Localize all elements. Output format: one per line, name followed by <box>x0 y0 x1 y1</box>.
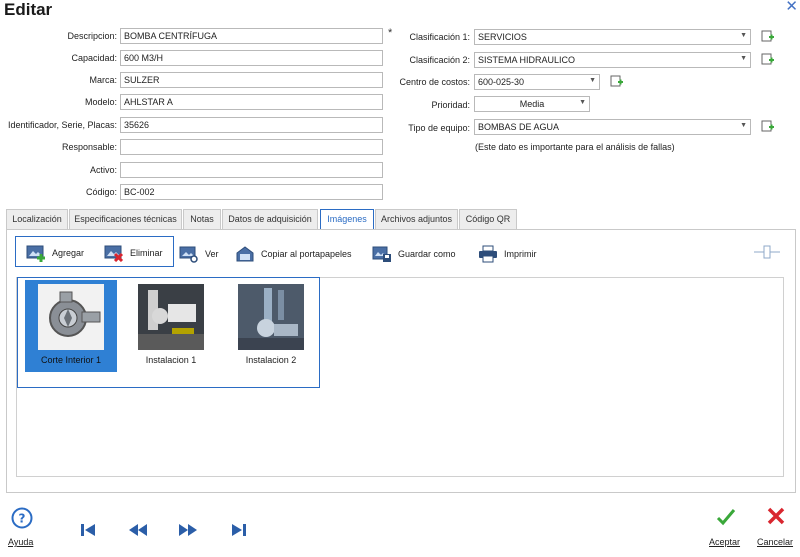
identificador-label: Identificador, Serie, Placas: <box>7 120 117 130</box>
chevron-down-icon: ▼ <box>740 32 747 39</box>
ver-button[interactable]: Ver <box>179 243 219 265</box>
image-thumb-instalacion-1[interactable]: Instalacion 1 <box>125 280 217 372</box>
window-title: Editar <box>4 0 53 19</box>
pump-installation-image <box>238 284 304 350</box>
add-record-icon[interactable] <box>761 52 775 66</box>
pump-cutaway-image <box>38 284 104 350</box>
tab-localizacion[interactable]: Localización <box>6 209 68 229</box>
chevron-down-icon: ▼ <box>740 122 747 129</box>
eliminar-button[interactable]: Eliminar <box>104 242 163 264</box>
activo-field[interactable] <box>120 162 383 178</box>
cancel-x-icon[interactable] <box>767 507 785 525</box>
tab-datos-adquisicion[interactable]: Datos de adquisición <box>222 209 318 229</box>
tab-imagenes[interactable]: Imágenes <box>320 209 374 230</box>
responsable-label: Responsable: <box>61 142 117 152</box>
chevron-down-icon: ▼ <box>589 77 596 84</box>
capacidad-label: Capacidad: <box>71 53 117 63</box>
add-record-icon[interactable] <box>610 74 624 88</box>
marca-label: Marca: <box>89 75 117 85</box>
imprimir-label: Imprimir <box>504 249 537 259</box>
tab-especificaciones[interactable]: Especificaciones técnicas <box>69 209 182 229</box>
prioridad-select[interactable]: Media ▼ <box>474 96 590 112</box>
aceptar-button[interactable]: Aceptar <box>709 537 740 547</box>
agregar-label: Agregar <box>52 248 85 258</box>
svg-text:?: ? <box>19 512 26 526</box>
previous-record-icon[interactable] <box>128 522 148 538</box>
tab-notas[interactable]: Notas <box>183 209 221 229</box>
add-record-icon[interactable] <box>761 119 775 133</box>
imprimir-button[interactable]: Imprimir <box>478 243 537 265</box>
centro-costos-value: 600-025-30 <box>478 77 525 87</box>
tipo-equipo-note: (Este dato es importante para el análisi… <box>475 142 675 152</box>
close-icon[interactable]: ✕ <box>785 0 798 17</box>
centro-costos-select[interactable]: 600-025-30 ▼ <box>474 74 600 90</box>
modelo-label: Modelo: <box>84 97 117 107</box>
descripcion-label: Descripcion: <box>67 31 117 41</box>
prioridad-value: Media <box>519 99 545 109</box>
add-record-icon[interactable] <box>761 29 775 43</box>
clasificacion1-value: SERVICIOS <box>478 32 527 42</box>
image-thumb-corte-interior[interactable]: Corte Interior 1 <box>25 280 117 372</box>
capacidad-field[interactable]: 600 M3/H <box>120 50 383 66</box>
cancelar-label: Cancelar <box>757 537 794 547</box>
copiar-button[interactable]: Copiar al portapapeles <box>235 243 352 265</box>
image-caption: Instalacion 1 <box>145 355 197 365</box>
pump-installation-image <box>138 284 204 350</box>
ayuda-text: Ayuda <box>8 537 34 547</box>
image-caption: Instalacion 2 <box>245 355 297 365</box>
delete-image-icon <box>104 245 124 262</box>
ayuda-label[interactable]: Ayuda <box>8 537 33 547</box>
image-gallery: Corte Interior 1 Instalacion 1 Instalaci… <box>17 277 320 388</box>
agregar-button[interactable]: Agregar <box>26 242 84 264</box>
marca-field[interactable]: SULZER <box>120 72 383 88</box>
tab-archivos-adjuntos[interactable]: Archivos adjuntos <box>375 209 458 229</box>
ver-label: Ver <box>205 249 219 259</box>
last-record-icon[interactable] <box>228 522 248 538</box>
chevron-down-icon: ▼ <box>740 55 747 62</box>
printer-icon <box>479 245 497 263</box>
aceptar-label: Aceptar <box>709 537 741 547</box>
save-as-icon <box>372 246 391 262</box>
clasificacion1-label: Clasificación 1: <box>409 32 470 42</box>
eliminar-label: Eliminar <box>130 248 163 258</box>
clasificacion2-select[interactable]: SISTEMA HIDRAULICO ▼ <box>474 52 751 68</box>
prioridad-label: Prioridad: <box>431 100 470 110</box>
image-caption: Corte Interior 1 <box>40 355 102 365</box>
codigo-field[interactable]: BC-002 <box>120 184 383 200</box>
guardar-como-label: Guardar como <box>398 249 456 259</box>
guardar-como-button[interactable]: Guardar como <box>372 243 456 265</box>
activo-label: Activo: <box>89 165 117 175</box>
responsable-field[interactable] <box>120 139 383 155</box>
required-marker: * <box>388 27 393 39</box>
descripcion-field[interactable]: BOMBA CENTRÍFUGA <box>120 28 383 44</box>
zoom-slider[interactable] <box>753 245 781 259</box>
clasificacion1-select[interactable]: SERVICIOS ▼ <box>474 29 751 45</box>
codigo-label: Código: <box>85 187 117 197</box>
help-icon[interactable]: ? <box>11 507 33 529</box>
centro-costos-label: Centro de costos: <box>399 77 470 87</box>
title-bar: Editar ✕ <box>0 0 800 22</box>
chevron-down-icon: ▼ <box>579 99 586 106</box>
clasificacion2-value: SISTEMA HIDRAULICO <box>478 55 576 65</box>
tipo-equipo-label: Tipo de equipo: <box>408 123 470 133</box>
tab-codigo-qr[interactable]: Código QR <box>459 209 517 229</box>
modelo-field[interactable]: AHLSTAR A <box>120 94 383 110</box>
view-image-icon <box>179 246 198 263</box>
image-thumb-instalacion-2[interactable]: Instalacion 2 <box>225 280 317 372</box>
clasificacion2-label: Clasificación 2: <box>409 55 470 65</box>
checkmark-icon[interactable] <box>716 507 736 527</box>
cancelar-button[interactable]: Cancelar <box>757 537 793 547</box>
tipo-equipo-value: BOMBAS DE AGUA <box>478 122 560 132</box>
next-record-icon[interactable] <box>178 522 198 538</box>
add-image-icon <box>26 245 45 262</box>
copiar-label: Copiar al portapapeles <box>261 249 352 259</box>
identificador-field[interactable]: 35626 <box>120 117 383 133</box>
copy-clipboard-icon <box>236 246 254 262</box>
first-record-icon[interactable] <box>79 522 99 538</box>
tipo-equipo-select[interactable]: BOMBAS DE AGUA ▼ <box>474 119 751 135</box>
